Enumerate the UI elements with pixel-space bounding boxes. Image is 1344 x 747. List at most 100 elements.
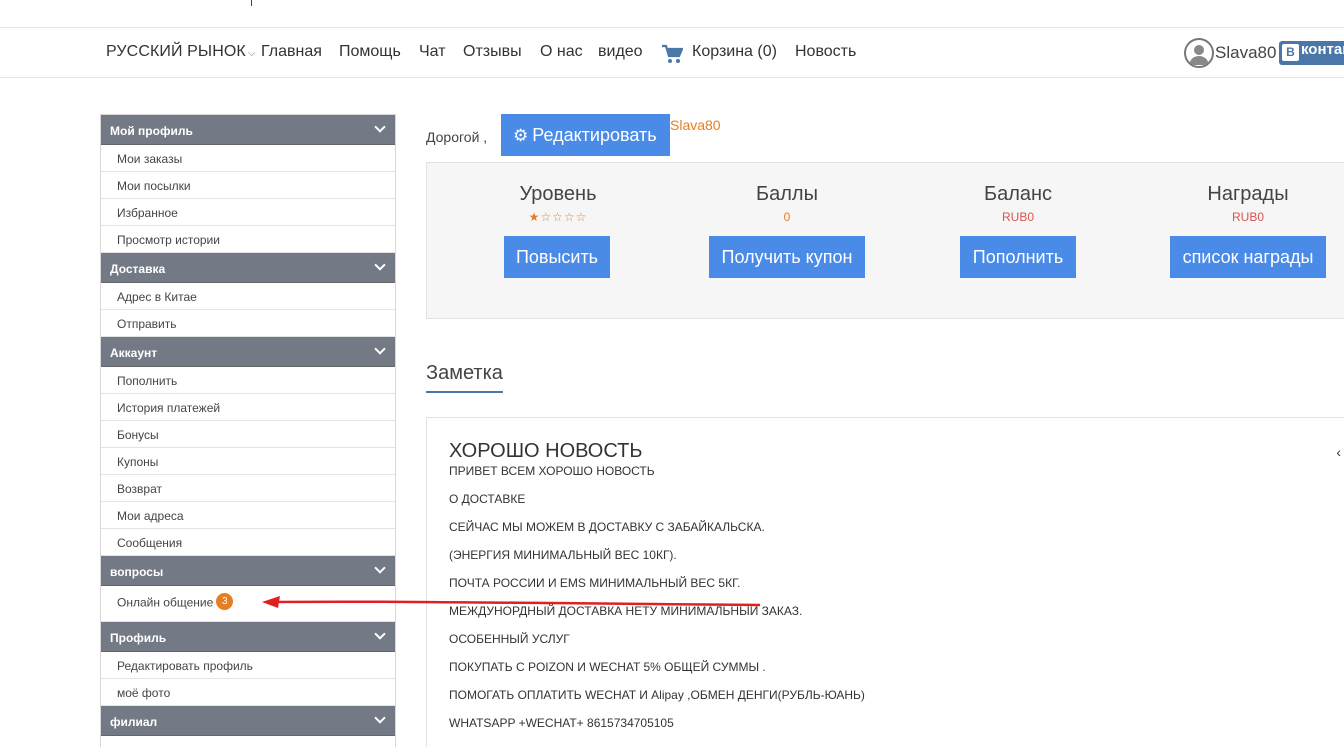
- sidebar-item[interactable]: моё фото: [101, 679, 395, 706]
- sidebar-item[interactable]: Сообщения: [101, 529, 395, 556]
- vk-icon: B: [1282, 44, 1299, 61]
- divider: [251, 0, 252, 6]
- sidebar-item[interactable]: История платежей: [101, 394, 395, 421]
- stat-balance-value: RUB0: [1001, 210, 1034, 224]
- upgrade-button[interactable]: Повысить: [504, 236, 610, 278]
- note-section-title: Заметка: [426, 362, 503, 384]
- news-line: О ДОСТАВКЕ: [449, 492, 526, 506]
- sidebar-item[interactable]: Мои заказы: [101, 145, 395, 172]
- stat-balance-label: Баланс: [983, 183, 1053, 205]
- news-line: ПОЧТА РОССИИ И EMS МИНИМАЛЬНЫЙ ВЕС 5КГ.: [449, 576, 741, 590]
- news-line: (ЭНЕРГИЯ МИНИМАЛЬНЫЙ ВЕС 10КГ).: [449, 548, 677, 562]
- sidebar: Мой профиль Мои заказы Мои посылки Избранно…: [100, 114, 396, 747]
- star-empty-icon: ☆: [552, 210, 564, 224]
- topup-button[interactable]: Пополнить: [960, 236, 1076, 278]
- sidebar-item-label: Избранное: [117, 206, 178, 220]
- sidebar-item[interactable]: Возврат: [101, 475, 395, 502]
- username[interactable]: Slava80: [1215, 43, 1276, 63]
- sidebar-item-label: Сообщения: [117, 536, 183, 550]
- star-empty-icon: ☆: [563, 210, 576, 224]
- nav-reviews[interactable]: Отзывы: [463, 43, 522, 61]
- edit-profile-button[interactable]: ⚙ Редактировать: [501, 114, 670, 156]
- sidebar-item[interactable]: Купоны: [101, 448, 395, 475]
- gear-icon: ⚙: [513, 125, 529, 145]
- sidebar-item[interactable]: Адрес в Китае: [101, 283, 395, 310]
- sidebar-item[interactable]: Отправить: [101, 310, 395, 337]
- note-box: ХОРОШО НОВОСТЬ ‹ ПРИВЕТ ВСЕМ ХОРОШО НОВО…: [426, 417, 1344, 747]
- sidebar-item[interactable]: Редактировать профиль: [101, 652, 395, 679]
- news-line: ПОКУПАТЬ С POIZON И WECHAT 5% ОБЩЕЙ СУММ…: [449, 660, 766, 674]
- sidebar-item-label: Адрес в Китае: [117, 290, 197, 304]
- sidebar-section-title: филиал: [110, 715, 158, 729]
- cart-icon[interactable]: [661, 44, 683, 64]
- sidebar-item-label: Онлайн общение: [117, 595, 214, 610]
- vk-label: контакте: [1301, 41, 1344, 58]
- chevron-left-icon[interactable]: ‹: [1336, 444, 1341, 460]
- news-title: ХОРОШО НОВОСТЬ: [449, 440, 643, 462]
- brand-label: РУССКИЙ РЫНОК: [106, 43, 246, 60]
- greeting: Дорогой ,: [426, 129, 488, 145]
- sidebar-section-2[interactable]: Аккаунт: [101, 337, 395, 367]
- stats-panel: Уровень ★☆☆☆☆ Повысить Баллы 0 Получить …: [426, 162, 1344, 319]
- news-line: СЕЙЧАС МЫ МОЖЕМ В ДОСТАВКУ С ЗАБАЙКАЛЬСК…: [449, 520, 765, 534]
- sidebar-item-label: Пополнить: [117, 374, 178, 388]
- nav-chat[interactable]: Чат: [419, 43, 446, 61]
- nav-video[interactable]: видео: [598, 43, 643, 61]
- sidebar-section-title: вопросы: [110, 565, 164, 579]
- sidebar-section-0[interactable]: Мой профиль: [101, 115, 395, 145]
- stat-balance: Баланс RUB0 Пополнить: [960, 183, 1076, 278]
- profile-username-link[interactable]: Slava80: [670, 117, 721, 133]
- vk-login-button[interactable]: Bконтакте: [1279, 41, 1344, 65]
- star-empty-icon: ☆: [575, 210, 588, 224]
- chevron-down-icon: ⌵: [247, 48, 256, 59]
- nav-home[interactable]: Главная: [261, 43, 322, 61]
- nav-help[interactable]: Помощь: [339, 43, 401, 61]
- rewards-list-button[interactable]: список награды: [1170, 236, 1326, 278]
- sidebar-item-label: История платежей: [117, 401, 221, 415]
- chevron-down-icon: [374, 343, 386, 355]
- sidebar-item-label: Возврат: [117, 482, 162, 496]
- sidebar-section-title: Аккаунт: [110, 346, 158, 360]
- sidebar-item[interactable]: Онлайн общение 3: [101, 586, 395, 622]
- stat-rewards-value: RUB0: [1231, 210, 1264, 224]
- news-line: ПРИВЕТ ВСЕМ ХОРОШО НОВОСТЬ: [449, 464, 655, 478]
- stat-level-label: Уровень: [519, 183, 597, 205]
- user-icon: [1189, 45, 1209, 65]
- sidebar-section-5[interactable]: филиал: [101, 706, 395, 736]
- nav-cart[interactable]: Корзина (0): [692, 43, 777, 61]
- brand-menu[interactable]: РУССКИЙ РЫНОК ⌵: [106, 43, 256, 61]
- browser-top-strip: [0, 0, 1344, 28]
- stat-points: Баллы 0 Получить купон: [709, 183, 865, 278]
- avatar[interactable]: [1184, 38, 1214, 68]
- chevron-down-icon: [374, 121, 386, 133]
- sidebar-item[interactable]: Мои адреса: [101, 502, 395, 529]
- sidebar-section-1[interactable]: Доставка: [101, 253, 395, 283]
- sidebar-item[interactable]: Пополнить: [101, 367, 395, 394]
- star-empty-icon: ☆: [540, 210, 553, 224]
- sidebar-section-3[interactable]: вопросы: [101, 556, 395, 586]
- chevron-down-icon: [374, 628, 386, 640]
- stat-rewards-label: Награды: [1207, 183, 1289, 205]
- edit-label: Редактировать: [532, 124, 657, 145]
- sidebar-item[interactable]: Бонусы: [101, 421, 395, 448]
- sidebar-item[interactable]: Мои посылки: [101, 172, 395, 199]
- sidebar-item-label: моё фото: [117, 686, 171, 700]
- chevron-down-icon: [374, 562, 386, 574]
- sidebar-item[interactable]: Избранное: [101, 199, 395, 226]
- star-filled-icon: ★: [528, 210, 541, 224]
- nav-about[interactable]: О нас: [540, 43, 583, 61]
- get-coupon-button[interactable]: Получить купон: [709, 236, 865, 278]
- news-line: WHATSAPP +WECHAT+ 8615734705105: [449, 716, 674, 730]
- sidebar-item-label: Мои заказы: [117, 152, 183, 166]
- chevron-down-icon: [374, 712, 386, 724]
- news-line: ОСОБЕННЫЙ УСЛУГ: [449, 632, 570, 646]
- sidebar-item-label: Бонусы: [117, 428, 159, 442]
- stat-points-value: 0: [783, 210, 791, 224]
- sidebar-section-4[interactable]: Профиль: [101, 622, 395, 652]
- sidebar-item-cutoff: [101, 736, 395, 747]
- sidebar-item[interactable]: Просмотр истории: [101, 226, 395, 253]
- nav-news[interactable]: Новость: [795, 43, 856, 61]
- top-navbar: РУССКИЙ РЫНОК ⌵ Главная Помощь Чат Отзывы…: [0, 28, 1344, 78]
- sidebar-section-title: Доставка: [110, 262, 166, 276]
- note-underline: [426, 391, 503, 393]
